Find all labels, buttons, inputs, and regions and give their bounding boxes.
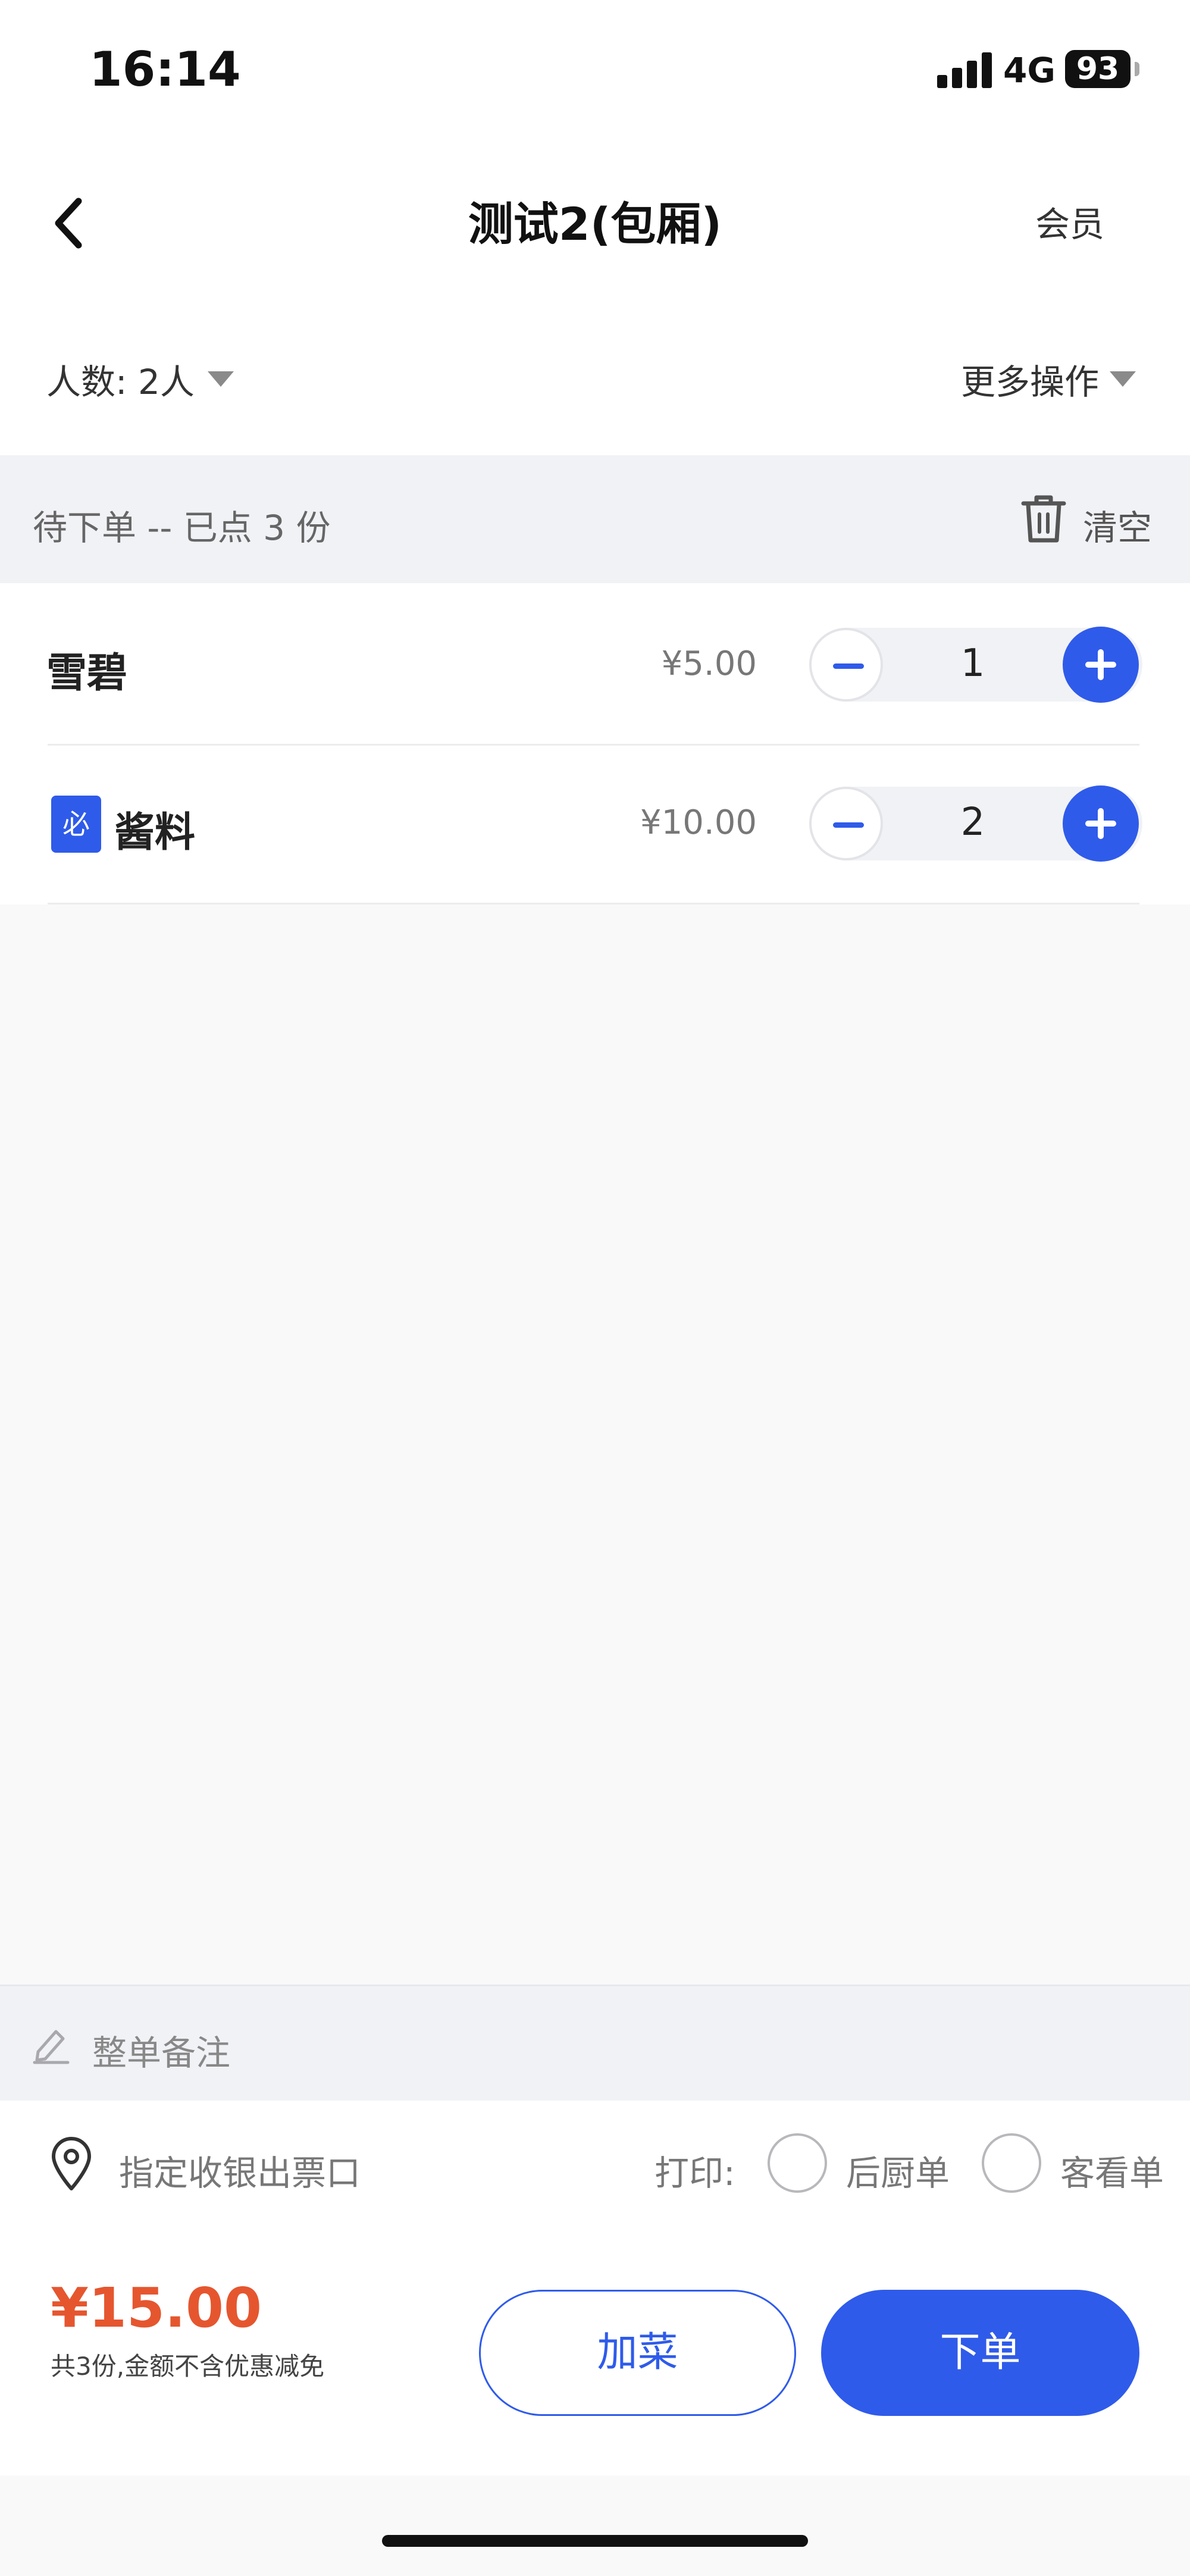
list-item-name: 酱料: [114, 809, 196, 856]
status-time: 16:14: [89, 42, 241, 97]
increase-button[interactable]: [1063, 627, 1139, 703]
people-count-label: 人数: 2人: [46, 362, 195, 402]
location-pin-icon: [49, 2135, 94, 2192]
pending-summary: 待下单 -- 已点 3 份: [33, 508, 331, 548]
remark-input[interactable]: 整单备注: [92, 2025, 230, 2075]
divider: [48, 744, 1139, 746]
trash-icon[interactable]: [1019, 492, 1069, 545]
member-button[interactable]: 会员: [1035, 196, 1104, 246]
people-count-selector[interactable]: 人数: 2人: [46, 354, 234, 404]
total-amount: ¥15.00: [51, 2276, 262, 2340]
network-type: 4G: [1003, 50, 1056, 90]
guest-ticket-radio[interactable]: [982, 2133, 1041, 2193]
more-actions-button[interactable]: 更多操作: [961, 354, 1136, 404]
increase-button[interactable]: [1063, 785, 1139, 862]
total-note: 共3份,金额不含优惠减免: [51, 2352, 325, 2381]
decrease-button[interactable]: [809, 787, 883, 860]
required-badge: 必: [51, 796, 101, 853]
quantity-value: 1: [960, 641, 985, 686]
list-item-price: ¥5.00: [661, 644, 757, 683]
decrease-button[interactable]: [809, 628, 883, 702]
signal-icon: [937, 52, 994, 88]
place-order-button[interactable]: 下单: [821, 2290, 1139, 2416]
kitchen-ticket-radio[interactable]: [768, 2133, 827, 2193]
battery-tip: [1135, 62, 1139, 76]
print-label: 打印:: [654, 2153, 735, 2193]
cashier-output-selector[interactable]: 指定收银出票口: [119, 2145, 361, 2195]
pencil-icon: [30, 2023, 71, 2065]
dropdown-arrow-icon: [207, 371, 234, 387]
dropdown-arrow-icon: [1110, 371, 1136, 387]
kitchen-ticket-label: 后厨单: [846, 2153, 950, 2193]
home-indicator: [382, 2535, 808, 2547]
guest-ticket-label: 客看单: [1060, 2153, 1164, 2193]
battery-icon: 93: [1065, 50, 1130, 88]
add-dish-button[interactable]: 加菜: [479, 2290, 796, 2416]
clear-button[interactable]: 清空: [1083, 500, 1152, 550]
back-button[interactable]: [42, 190, 107, 256]
list-item-price: ¥10.00: [640, 803, 757, 842]
more-actions-label: 更多操作: [961, 362, 1100, 402]
list-item-name: 雪碧: [46, 650, 128, 697]
quantity-value: 2: [960, 800, 985, 844]
chevron-left-icon: [55, 198, 82, 249]
divider: [48, 903, 1139, 904]
page-title: 测试2(包厢): [468, 198, 722, 251]
